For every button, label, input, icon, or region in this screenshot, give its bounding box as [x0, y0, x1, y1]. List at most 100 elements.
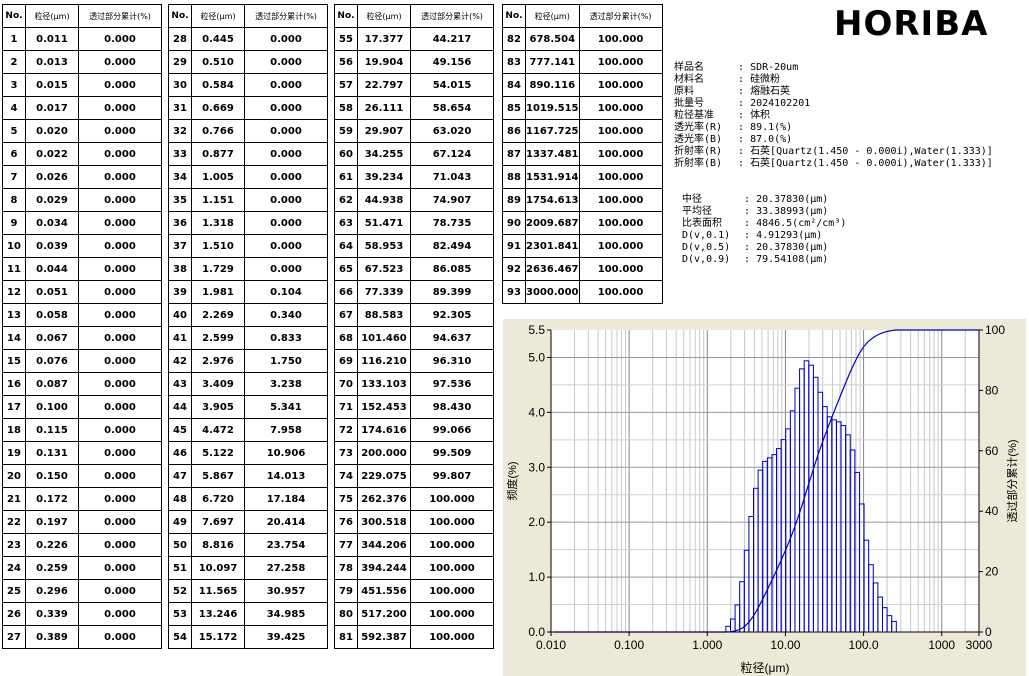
table-row: 35 1.151 0.000 — [168, 188, 328, 212]
info-separator: : — [738, 218, 757, 229]
cumulative-passing: 100.000 — [578, 27, 663, 51]
table-row: 79 451.556 100.000 — [334, 579, 494, 603]
info-separator: : — [732, 134, 751, 145]
cumulative-passing: 89.399 — [410, 280, 494, 304]
table-row: 11 0.044 0.000 — [2, 257, 162, 281]
row-number: 46 — [168, 441, 192, 465]
table-row: 53 13.246 34.985 — [168, 602, 328, 626]
row-number: 1 — [2, 27, 26, 51]
table-row: 21 0.172 0.000 — [2, 487, 162, 511]
table-row: 57 22.797 54.015 — [334, 73, 494, 97]
cumulative-passing: 5.341 — [244, 395, 328, 419]
info-separator: : — [738, 230, 757, 241]
info-value: SDR-20um — [750, 62, 799, 73]
row-number: 88 — [502, 165, 526, 189]
table-row: 27 0.389 0.000 — [2, 625, 162, 649]
row-number: 36 — [168, 211, 192, 235]
cumulative-passing: 0.000 — [78, 510, 162, 534]
table-row: 47 5.867 14.013 — [168, 464, 328, 488]
row-number: 7 — [2, 165, 26, 189]
particle-size: 0.044 — [25, 257, 79, 281]
y-axis-label: 频度(%) — [505, 461, 519, 500]
cumulative-passing: 58.654 — [410, 96, 494, 120]
particle-size: 0.026 — [25, 165, 79, 189]
row-number: 60 — [334, 142, 358, 166]
row-number: 33 — [168, 142, 192, 166]
particle-size: 1337.481 — [525, 142, 580, 166]
table-row: 81 592.387 100.000 — [334, 625, 494, 649]
particle-size: 44.938 — [357, 188, 411, 212]
particle-size: 51.471 — [357, 211, 411, 235]
table-row: 88 1531.914 100.000 — [502, 165, 663, 189]
x-tick-label: 0.100 — [614, 638, 644, 652]
table-row: 13 0.058 0.000 — [2, 303, 162, 327]
info-label: 中径 — [682, 194, 702, 205]
row-number: 84 — [502, 73, 526, 97]
row-number: 87 — [502, 142, 526, 166]
cumulative-passing: 82.494 — [410, 234, 494, 258]
info-row: D(v,0.5) : 20.37830(μm) — [682, 242, 846, 254]
row-number: 47 — [168, 464, 192, 488]
table-row: 83 777.141 100.000 — [502, 50, 663, 74]
table-row: 77 344.206 100.000 — [334, 533, 494, 557]
info-row: D(v,0.1) : 4.91293(μm) — [682, 230, 846, 242]
table-row: 46 5.122 10.906 — [168, 441, 328, 465]
info-separator: : — [738, 206, 757, 217]
row-number: 72 — [334, 418, 358, 442]
info-separator: : — [732, 98, 751, 109]
column-header: 透过部分累计(%) — [410, 4, 494, 28]
cumulative-passing: 0.000 — [78, 165, 162, 189]
row-number: 21 — [2, 487, 26, 511]
info-row: 透光率(B) : 87.0(%) — [674, 134, 993, 146]
info-label: 样品名 — [674, 62, 704, 73]
y-tick-label: 2.0 — [528, 515, 545, 529]
x-tick-label: 100.0 — [849, 638, 879, 652]
cumulative-passing: 0.000 — [78, 349, 162, 373]
row-number: 8 — [2, 188, 26, 212]
particle-size: 88.583 — [357, 303, 411, 327]
cumulative-passing: 100.000 — [578, 142, 663, 166]
row-number: 19 — [2, 441, 26, 465]
cumulative-passing: 1.750 — [244, 349, 328, 373]
info-row: 原料 : 熔融石英 — [674, 86, 993, 98]
cumulative-passing: 100.000 — [410, 510, 494, 534]
table-row: 92 2636.467 100.000 — [502, 257, 663, 281]
cumulative-passing: 0.000 — [78, 533, 162, 557]
table-row: 45 4.472 7.958 — [168, 418, 328, 442]
table-row: 82 678.504 100.000 — [502, 27, 663, 51]
cumulative-passing: 99.807 — [410, 464, 494, 488]
row-number: 29 — [168, 50, 192, 74]
cumulative-passing: 0.000 — [78, 579, 162, 603]
info-label: 粒径基准 — [674, 110, 714, 121]
cumulative-passing: 100.000 — [578, 234, 663, 258]
info-label: 平均径 — [682, 206, 712, 217]
info-row: 材料名 : 硅微粉 — [674, 74, 993, 86]
table-row: 48 6.720 17.184 — [168, 487, 328, 511]
row-number: 26 — [2, 602, 26, 626]
info-separator: : — [732, 158, 751, 169]
particle-size: 1531.914 — [525, 165, 580, 189]
row-number: 15 — [2, 349, 26, 373]
particle-size: 0.011 — [25, 27, 79, 51]
info-value: 33.38993(μm) — [756, 206, 829, 217]
particle-size: 1019.515 — [525, 96, 580, 120]
cumulative-passing: 71.043 — [410, 165, 494, 189]
table-row: 19 0.131 0.000 — [2, 441, 162, 465]
particle-size: 0.197 — [25, 510, 79, 534]
table-row: 78 394.244 100.000 — [334, 556, 494, 580]
info-label: 原料 — [674, 86, 694, 97]
info-value: 2024102201 — [750, 98, 811, 109]
particle-size: 5.122 — [191, 441, 245, 465]
cumulative-passing: 74.907 — [410, 188, 494, 212]
table-row: 43 3.409 3.238 — [168, 372, 328, 396]
row-number: 9 — [2, 211, 26, 235]
cumulative-passing: 0.000 — [244, 211, 328, 235]
horiba-logo: HORIBA — [834, 4, 989, 44]
row-number: 22 — [2, 510, 26, 534]
row-number: 38 — [168, 257, 192, 281]
cumulative-passing: 100.000 — [410, 487, 494, 511]
particle-size: 1.981 — [191, 280, 245, 304]
table-header-row: No. 粒径(μm) 透过部分累计(%) — [168, 4, 328, 28]
table-header-row: No. 粒径(μm) 透过部分累计(%) — [502, 4, 663, 28]
cumulative-passing: 100.000 — [578, 280, 663, 304]
